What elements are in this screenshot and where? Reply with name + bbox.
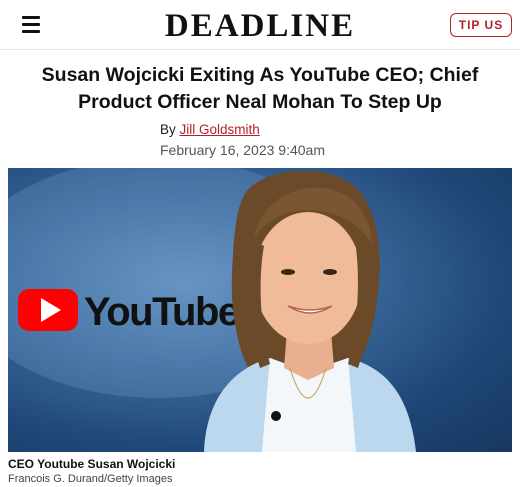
lapel-microphone [271, 411, 281, 421]
youtube-wordmark: YouTube [84, 290, 239, 334]
tip-us-button[interactable]: TIP US [450, 13, 512, 37]
youtube-logo: YouTube [18, 289, 240, 334]
hero-image: YouTube [8, 168, 512, 452]
byline: By Jill Goldsmith [160, 122, 260, 137]
image-caption: CEO Youtube Susan Wojcicki [8, 457, 176, 471]
image-credit: Francois G. Durand/Getty Images [8, 473, 173, 485]
site-logo[interactable]: DEADLINE [0, 8, 520, 44]
hero-illustration: YouTube [8, 168, 416, 452]
publish-date: February 16, 2023 9:40am [160, 142, 325, 158]
author-link[interactable]: Jill Goldsmith [180, 122, 260, 137]
site-header: DEADLINE TIP US [0, 0, 520, 50]
article-headline: Susan Wojcicki Exiting As YouTube CEO; C… [41, 64, 479, 113]
byline-prefix: By [160, 122, 176, 137]
